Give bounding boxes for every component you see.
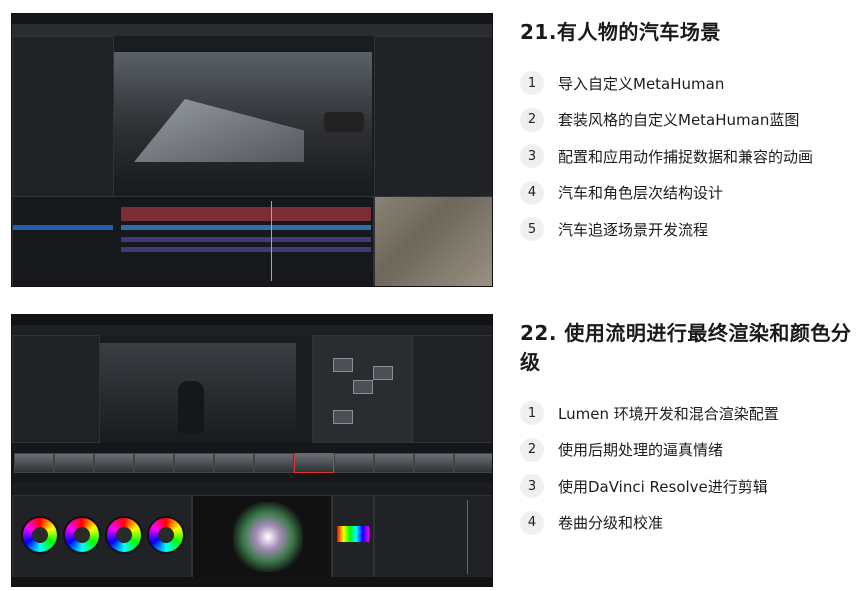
clip-thumbnail [254,453,294,473]
item-label: 配置和应用动作捕捉数据和兼容的动画 [558,147,814,166]
item-number: 5 [520,217,544,242]
timeline-track [121,207,371,221]
timeline-track [121,247,371,252]
node [333,358,353,372]
item-label: Lumen 环境开发和混合渲染配置 [558,404,779,423]
color-wheels-panel [12,495,192,579]
item-number: 4 [520,180,544,205]
item-label: 使用后期处理的逼真情绪 [558,441,724,460]
clip-thumbnail [214,453,254,473]
editor-toolbar [12,24,492,36]
item-number: 1 [520,71,544,96]
clip-thumbnail [294,453,334,473]
sequencer-panel [12,196,374,286]
minimap-panel [374,196,492,286]
color-wheel [63,516,101,554]
item-number: 2 [520,107,544,132]
color-wheel [105,516,143,554]
clip-thumbnail [54,453,94,473]
clip-thumbnail [334,453,374,473]
section-title: 21.有人物的汽车场景 [520,20,721,44]
list-item: 1 导入自定义MetaHuman [520,65,860,102]
list-item: 4 汽车和角色层次结构设计 [520,175,860,212]
figure-shape [178,381,204,433]
details-panel [12,36,114,198]
clip-thumbnail [454,453,492,473]
section-title: 22. 使用流明进行最终渲染和颜色分级 [520,321,852,374]
node-graph-panel [312,335,412,443]
clip-thumbnail [174,453,214,473]
clip-thumbnail [414,453,454,473]
selected-track-row [13,225,113,230]
vectorscope-graph [233,502,303,572]
item-number: 3 [520,474,544,499]
playhead [467,500,468,574]
item-number: 2 [520,437,544,462]
item-number: 1 [520,401,544,426]
color-wheel [21,516,59,554]
item-number: 3 [520,144,544,169]
item-label: 使用DaVinci Resolve进行剪辑 [558,477,768,496]
timeline-track [121,237,371,242]
clip-thumbnail [374,453,414,473]
list-item: 3 使用DaVinci Resolve进行剪辑 [520,468,860,505]
3d-viewport [114,52,372,190]
davinci-resolve-screenshot [11,314,493,587]
clip-thumbnail [14,453,54,473]
item-label: 卷曲分级和校准 [558,514,664,533]
resolve-toolbar [12,325,492,335]
item-label: 汽车和角色层次结构设计 [558,184,724,203]
playhead [271,201,272,281]
list-item: 3 配置和应用动作捕捉数据和兼容的动画 [520,138,860,175]
car-shape [134,99,304,162]
hue-bar [337,526,369,542]
page-tabs-bar [12,577,492,586]
section-cars-with-characters: 21.有人物的汽车场景 1 导入自定义MetaHuman 2 套装风格的自定义M… [520,16,860,248]
list-item: 2 使用后期处理的逼真情绪 [520,432,860,469]
outliner-panel [374,36,492,198]
viewer-image [100,343,296,433]
editor-menu-bar [12,14,492,24]
list-item: 5 汽车追逐场景开发流程 [520,211,860,248]
item-label: 套装风格的自定义MetaHuman蓝图 [558,111,800,130]
node [373,366,393,380]
police-car-shape [324,112,364,132]
item-label: 导入自定义MetaHuman [558,74,725,93]
item-number: 4 [520,510,544,535]
unreal-editor-screenshot [11,13,493,287]
vectorscope-panel [192,495,332,579]
node [353,380,373,394]
node [333,410,353,424]
clip-thumbnail [94,453,134,473]
clip-thumbnail [134,453,174,473]
list-item: 2 套装风格的自定义MetaHuman蓝图 [520,102,860,139]
resolve-title-bar [12,315,492,325]
effects-panel [412,335,492,443]
clip-timeline [12,443,492,483]
gallery-panel [12,335,100,443]
item-label: 汽车追逐场景开发流程 [558,220,709,239]
color-wheel [147,516,185,554]
section-lumen-rendering-grading: 22. 使用流明进行最终渲染和颜色分级 1 Lumen 环境开发和混合渲染配置 … [520,317,860,541]
list-item: 1 Lumen 环境开发和混合渲染配置 [520,395,860,432]
timeline-track [121,225,371,230]
list-item: 4 卷曲分级和校准 [520,505,860,542]
qualifier-panel [332,495,374,579]
keyframes-panel [374,495,492,579]
